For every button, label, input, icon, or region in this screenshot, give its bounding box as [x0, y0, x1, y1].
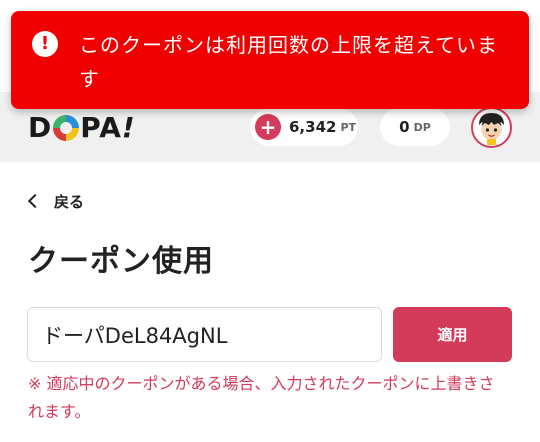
back-link[interactable]: 戻る: [26, 190, 84, 212]
back-label: 戻る: [54, 192, 85, 211]
dopa-logo[interactable]: D PA !: [28, 111, 136, 144]
coupon-page: D PA ! + 6,342 PT 0 DP 戻る クーポン使用 ドーパDeL8…: [0, 0, 540, 442]
points-balance[interactable]: + 6,342 PT: [250, 108, 358, 146]
apply-button[interactable]: 適用: [393, 307, 512, 362]
toast-message: このクーポンは利用回数の上限を超えています: [79, 33, 498, 91]
page-title: クーポン使用: [28, 244, 214, 279]
plus-icon: +: [255, 114, 281, 140]
logo-ring-icon: [53, 115, 80, 141]
error-toast[interactable]: ! このクーポンは利用回数の上限を超えています: [11, 11, 529, 109]
dp-value: 0: [399, 118, 410, 136]
coupon-code-input[interactable]: [27, 307, 382, 362]
overwrite-notice: ※ 適応中のクーポンがある場合、入力されたクーポンに上書きされます。: [28, 374, 495, 421]
avatar[interactable]: [471, 107, 512, 148]
avatar-icon: [473, 109, 510, 146]
points-unit: PT: [340, 120, 357, 134]
dp-balance[interactable]: 0 DP: [380, 108, 450, 146]
chevron-left-icon: [27, 193, 43, 209]
alert-circle-icon: !: [32, 31, 58, 57]
dp-unit: DP: [413, 120, 431, 134]
points-value: 6,342: [289, 118, 337, 136]
